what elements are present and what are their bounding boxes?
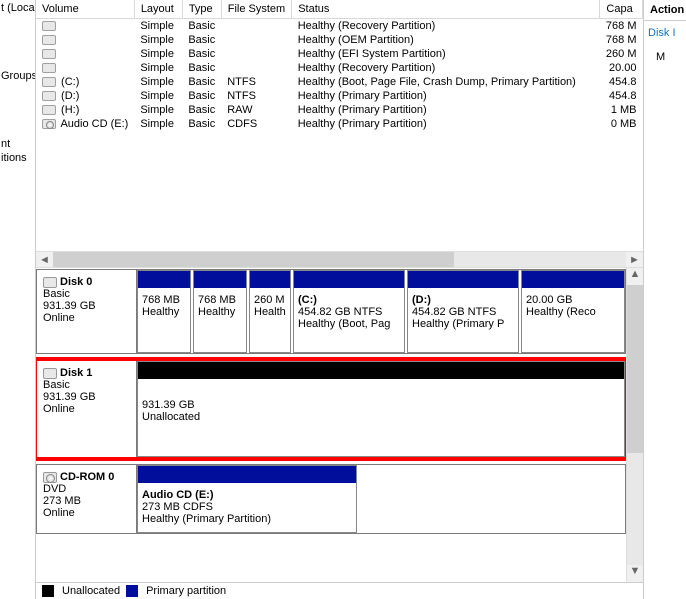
partition-unallocated[interactable]: 931.39 GBUnallocated	[137, 361, 625, 457]
disk-info: CD-ROM 0 DVD 273 MB Online	[37, 465, 137, 533]
col-type[interactable]: Type	[182, 0, 221, 19]
partition[interactable]: (D:)454.82 GB NTFSHealthy (Primary P	[407, 270, 519, 353]
legend-swatch-primary	[126, 585, 138, 597]
volume-icon	[42, 35, 56, 45]
scroll-up-icon[interactable]: ▲	[627, 268, 643, 285]
scroll-down-icon[interactable]: ▼	[627, 565, 643, 582]
nav-item[interactable]: nt	[1, 138, 34, 150]
table-row[interactable]: (C:)SimpleBasicNTFSHealthy (Boot, Page F…	[36, 75, 643, 89]
partition[interactable]: 768 MBHealthy	[193, 270, 247, 353]
volume-icon	[42, 49, 56, 59]
table-row[interactable]: SimpleBasicHealthy (OEM Partition)768 M	[36, 33, 643, 47]
actions-header: Action	[644, 0, 686, 21]
table-row[interactable]: (D:)SimpleBasicNTFSHealthy (Primary Part…	[36, 89, 643, 103]
disks-vscroll[interactable]: ▲ ▼	[626, 268, 643, 582]
disk-row-highlighted[interactable]: Disk 1 Basic 931.39 GB Online 931.39 GBU…	[36, 360, 626, 458]
table-row[interactable]: (H:)SimpleBasicRAWHealthy (Primary Parti…	[36, 103, 643, 117]
scroll-thumb[interactable]	[53, 252, 454, 267]
volume-icon	[42, 91, 56, 101]
scroll-left-icon[interactable]: ◄	[36, 254, 53, 266]
volume-icon	[42, 105, 56, 115]
scroll-right-icon[interactable]: ►	[626, 254, 643, 266]
legend-label: Primary partition	[146, 585, 226, 597]
scroll-thumb[interactable]	[627, 285, 643, 453]
legend-swatch-unallocated	[42, 585, 54, 597]
legend: Unallocated Primary partition	[36, 582, 643, 599]
volume-icon	[42, 77, 56, 87]
nav-tree[interactable]: t (Local Groups nt itions	[0, 0, 36, 599]
table-row[interactable]: Audio CD (E:)SimpleBasicCDFSHealthy (Pri…	[36, 117, 643, 131]
partition[interactable]: 768 MBHealthy	[137, 270, 191, 353]
actions-pane: Action Disk I M	[644, 0, 686, 599]
nav-item[interactable]: itions	[1, 152, 34, 164]
col-volume[interactable]: Volume	[36, 0, 134, 19]
legend-label: Unallocated	[62, 585, 120, 597]
disk-row[interactable]: Disk 0 Basic 931.39 GB Online 768 MBHeal…	[36, 269, 626, 354]
col-capacity[interactable]: Capa	[600, 0, 643, 19]
partition[interactable]: 260 MHealth	[249, 270, 291, 353]
disk-icon	[43, 277, 57, 288]
volume-hscroll[interactable]: ◄ ►	[36, 251, 643, 268]
nav-item[interactable]: t (Local	[1, 2, 34, 14]
volume-table[interactable]: Volume Layout Type File System Status Ca…	[36, 0, 643, 131]
disk-management-panel: Volume Layout Type File System Status Ca…	[36, 0, 644, 599]
partition[interactable]: (C:)454.82 GB NTFSHealthy (Boot, Pag	[293, 270, 405, 353]
nav-item[interactable]: Groups	[1, 70, 34, 82]
cdrom-icon	[42, 119, 56, 129]
action-item[interactable]: M	[644, 45, 686, 69]
col-layout[interactable]: Layout	[134, 0, 182, 19]
volume-icon	[42, 21, 56, 31]
disk-info: Disk 1 Basic 931.39 GB Online	[37, 361, 137, 457]
disk-info: Disk 0 Basic 931.39 GB Online	[37, 270, 137, 353]
table-row[interactable]: SimpleBasicHealthy (Recovery Partition)7…	[36, 19, 643, 34]
cdrom-icon	[43, 472, 57, 483]
disk-icon	[43, 368, 57, 379]
partition[interactable]: Audio CD (E:)273 MB CDFSHealthy (Primary…	[137, 465, 357, 533]
table-header-row[interactable]: Volume Layout Type File System Status Ca…	[36, 0, 643, 19]
table-row[interactable]: SimpleBasicHealthy (Recovery Partition)2…	[36, 61, 643, 75]
disk-row[interactable]: CD-ROM 0 DVD 273 MB Online Audio CD (E:)…	[36, 464, 626, 534]
volume-icon	[42, 63, 56, 73]
action-item[interactable]: Disk I	[644, 21, 686, 45]
col-filesystem[interactable]: File System	[221, 0, 291, 19]
col-status[interactable]: Status	[292, 0, 600, 19]
table-row[interactable]: SimpleBasicHealthy (EFI System Partition…	[36, 47, 643, 61]
partition[interactable]: 20.00 GBHealthy (Reco	[521, 270, 625, 353]
